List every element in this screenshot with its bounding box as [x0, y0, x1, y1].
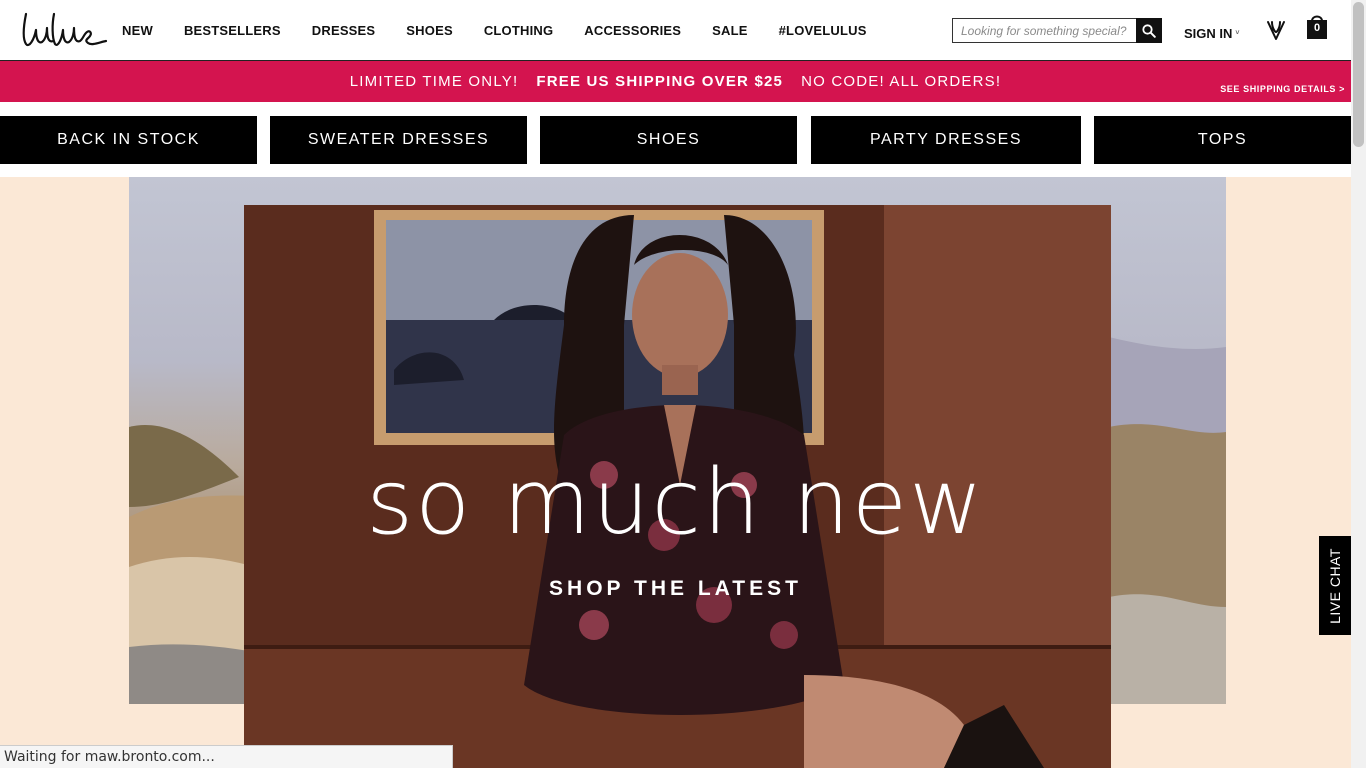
- shipping-details-link[interactable]: SEE SHIPPING DETAILS >: [1220, 84, 1345, 94]
- category-party-dresses[interactable]: PARTY DRESSES: [811, 116, 1081, 164]
- category-tops[interactable]: TOPS: [1094, 116, 1351, 164]
- category-sweater-dresses[interactable]: SWEATER DRESSES: [270, 116, 527, 164]
- promo-part-2: FREE US SHIPPING OVER $25: [536, 73, 784, 90]
- category-back-in-stock[interactable]: BACK IN STOCK: [0, 116, 257, 164]
- nav-item-bestsellers[interactable]: BESTSELLERS: [184, 23, 281, 38]
- promo-banner[interactable]: LIMITED TIME ONLY! FREE US SHIPPING OVER …: [0, 61, 1351, 102]
- chevron-down-icon: ˅: [1235, 30, 1240, 37]
- search-icon: [1142, 23, 1156, 38]
- promo-part-1: LIMITED TIME ONLY!: [349, 73, 519, 90]
- promo-text: LIMITED TIME ONLY! FREE US SHIPPING OVER …: [0, 73, 1351, 90]
- search-input[interactable]: [952, 18, 1137, 43]
- hero-headline: so much new: [366, 450, 985, 555]
- sign-in-label: SIGN IN: [1184, 26, 1233, 41]
- cart-button[interactable]: 0: [1306, 12, 1328, 40]
- promo-part-3: NO CODE! ALL ORDERS!: [801, 73, 1002, 90]
- cart-count: 0: [1313, 22, 1321, 34]
- heart-icon[interactable]: [1265, 18, 1287, 42]
- nav-item-accessories[interactable]: ACCESSORIES: [584, 23, 681, 38]
- hero-cta-link[interactable]: SHOP THE LATEST: [0, 577, 1351, 601]
- search-button[interactable]: [1136, 18, 1162, 43]
- nav-item-shoes[interactable]: SHOES: [406, 23, 453, 38]
- nav-item-clothing[interactable]: CLOTHING: [484, 23, 553, 38]
- site-header: NEW BESTSELLERS DRESSES SHOES CLOTHING A…: [0, 0, 1351, 61]
- nav-item-sale[interactable]: SALE: [712, 23, 747, 38]
- live-chat-label: LIVE CHAT: [1327, 547, 1343, 624]
- lulus-logo[interactable]: [20, 8, 108, 50]
- category-shoes[interactable]: SHOES: [540, 116, 797, 164]
- browser-status-bar: Waiting for maw.bronto.com...: [0, 745, 453, 768]
- nav-item-lovelulus[interactable]: #LOVELULUS: [779, 23, 867, 38]
- main-nav: NEW BESTSELLERS DRESSES SHOES CLOTHING A…: [122, 0, 898, 61]
- nav-item-dresses[interactable]: DRESSES: [312, 23, 376, 38]
- vertical-scrollbar[interactable]: [1351, 0, 1366, 768]
- sign-in-button[interactable]: SIGN IN ˅: [1184, 26, 1240, 41]
- scrollbar-thumb[interactable]: [1353, 2, 1364, 147]
- nav-item-new[interactable]: NEW: [122, 23, 153, 38]
- live-chat-button[interactable]: LIVE CHAT: [1319, 536, 1351, 635]
